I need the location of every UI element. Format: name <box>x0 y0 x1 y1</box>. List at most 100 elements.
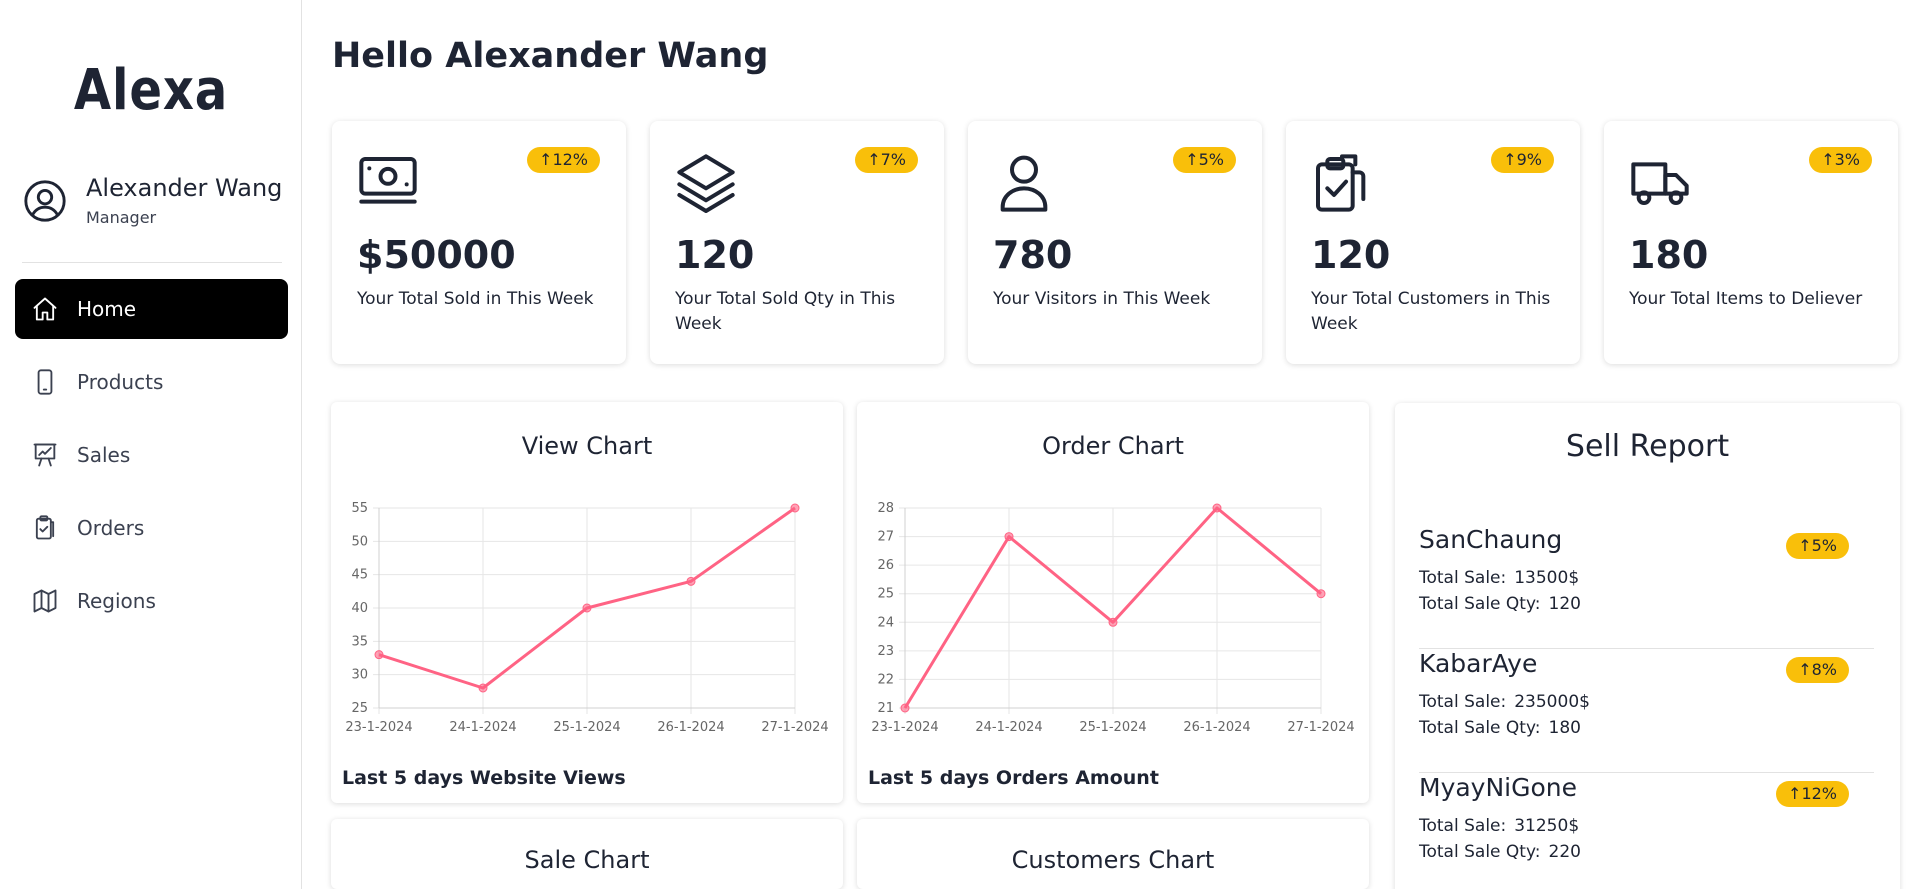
x-tick-label: 26-1-2024 <box>1183 720 1250 735</box>
y-tick-label: 28 <box>877 501 894 516</box>
stat-label: Your Total Customers in This Week <box>1311 289 1551 334</box>
sidebar-item-label: Regions <box>77 589 156 613</box>
total-qty-label: Total Sale Qty: <box>1419 594 1541 614</box>
total-qty-label: Total Sale Qty: <box>1419 718 1541 738</box>
view-chart: 25 30 35 40 45 50 55 23-1-2024 24-1-2024 25-1-202… <box>345 501 828 735</box>
total-qty-line: Total Sale Qty: 120 <box>1419 594 1581 614</box>
y-tick-label: 25 <box>351 701 368 716</box>
presentation-chart-icon <box>29 439 61 471</box>
total-qty-line: Total Sale Qty: 220 <box>1419 842 1581 862</box>
stat-card-total-sold: ↑12% $50000 Your Total Sold in This Week <box>332 121 626 364</box>
y-tick-label: 35 <box>351 634 368 649</box>
profile-name: Alexander Wang <box>86 174 283 202</box>
report-title: Sell Report <box>1565 429 1730 464</box>
stat-value: 120 <box>1311 233 1391 277</box>
y-tick-label: 24 <box>877 615 894 630</box>
total-qty-label: Total Sale Qty: <box>1419 842 1541 862</box>
y-tick-label: 21 <box>877 701 894 716</box>
sidebar-item-label: Products <box>77 370 164 394</box>
chart-title: Sale Chart <box>524 846 650 874</box>
sidebar-item-home[interactable]: Home <box>15 279 288 339</box>
trend-badge: ↑7% <box>855 147 918 173</box>
sidebar-item-sales[interactable]: Sales <box>15 425 288 485</box>
total-sale-line: Total Sale: 13500$ <box>1419 568 1579 588</box>
page-title: Hello Alexander Wang <box>332 36 769 76</box>
trend-badge: ↑5% <box>1173 147 1236 173</box>
sidebar-item-label: Home <box>77 297 137 321</box>
stat-card-customers: ↑9% 120 Your Total Customers in This Wee… <box>1286 121 1580 364</box>
report-item: SanChaung ↑5% Total Sale: 13500$ Total Sa… <box>1419 525 1874 649</box>
stat-label: Your Visitors in This Week <box>993 289 1211 309</box>
sidebar-item-label: Sales <box>77 443 131 467</box>
sidebar-item-orders[interactable]: Orders <box>15 498 288 558</box>
chart-caption: Last 5 days Orders Amount <box>868 767 1159 789</box>
data-point <box>1108 617 1118 627</box>
layers-icon <box>677 154 735 213</box>
x-tick-label: 24-1-2024 <box>975 720 1042 735</box>
home-icon <box>29 293 61 325</box>
x-tick-label: 24-1-2024 <box>449 720 516 735</box>
data-point <box>1212 503 1222 513</box>
x-tick-label: 27-1-2024 <box>761 720 828 735</box>
sell-report: Sell Report SanChaung ↑5% Total Sale: 135… <box>1395 403 1900 889</box>
region-name: SanChaung <box>1419 525 1563 554</box>
total-sale-value: 31250$ <box>1514 816 1580 836</box>
truck-icon <box>1631 162 1689 205</box>
stat-card-visitors: ↑5% 780 Your Visitors in This Week <box>968 121 1262 364</box>
order-chart: 21 22 23 24 25 26 27 28 23-1-2024 24-1-2024 25-1-2… <box>871 501 1354 735</box>
data-point <box>686 576 696 586</box>
y-tick-label: 55 <box>351 501 368 516</box>
smartphone-icon <box>29 366 61 398</box>
profile-role: Manager <box>86 208 157 227</box>
user-circle-icon <box>24 180 66 222</box>
sidebar-divider <box>22 262 282 263</box>
sidebar-item-regions[interactable]: Regions <box>15 571 288 631</box>
x-tick-label: 23-1-2024 <box>345 720 412 735</box>
y-tick-label: 23 <box>877 644 894 659</box>
data-point <box>1316 589 1326 599</box>
trend-badge: ↑3% <box>1809 147 1872 173</box>
total-qty-value: 220 <box>1548 842 1581 862</box>
y-tick-label: 50 <box>351 534 368 549</box>
trend-badge: ↑12% <box>1776 781 1849 807</box>
sidebar: Alexa Alexander Wang Manager Home Produc… <box>0 0 302 889</box>
sale-chart-card: Sale Chart <box>331 819 843 889</box>
total-sale-line: Total Sale: 235000$ <box>1419 692 1590 712</box>
total-sale-value: 235000$ <box>1514 692 1590 712</box>
y-tick-label: 25 <box>877 587 894 602</box>
user-profile[interactable]: Alexander Wang Manager <box>22 172 282 232</box>
y-tick-label: 40 <box>351 601 368 616</box>
y-tick-label: 45 <box>351 568 368 583</box>
region-name: MyayNiGone <box>1419 773 1578 802</box>
sidebar-item-label: Orders <box>77 516 145 540</box>
stat-label: Your Total Sold in This Week <box>357 289 594 309</box>
data-point <box>582 603 592 613</box>
y-tick-label: 26 <box>877 558 894 573</box>
data-point <box>374 650 384 660</box>
brand-logo: Alexa <box>73 58 229 123</box>
data-point <box>478 683 488 693</box>
total-qty-value: 180 <box>1548 718 1581 738</box>
user-icon <box>1000 155 1048 212</box>
order-chart-card: Order Chart 21 22 23 24 25 26 27 28 23-1-2024 24-… <box>857 402 1369 803</box>
trend-badge: ↑5% <box>1786 533 1849 559</box>
total-qty-value: 120 <box>1548 594 1581 614</box>
clipboard-check-icon <box>29 512 61 544</box>
chart-title: Customers Chart <box>1011 846 1215 874</box>
stat-value: 780 <box>993 233 1073 277</box>
chart-title: Order Chart <box>1042 432 1184 460</box>
stat-value: 180 <box>1629 233 1709 277</box>
stat-card-sold-qty: ↑7% 120 Your Total Sold Qty in This Week <box>650 121 944 364</box>
sidebar-nav: Home Products Sales Orders Regions <box>15 279 288 644</box>
sidebar-item-products[interactable]: Products <box>15 352 288 412</box>
region-name: KabarAye <box>1419 649 1538 678</box>
stat-label: Your Total Items to Deliever <box>1629 289 1863 309</box>
clipboard-check-icon <box>1316 154 1366 212</box>
x-tick-label: 25-1-2024 <box>1079 720 1146 735</box>
chart-title: View Chart <box>521 432 653 460</box>
total-sale-label: Total Sale: <box>1419 568 1507 588</box>
trend-badge: ↑12% <box>527 147 600 173</box>
stat-value: 120 <box>675 233 755 277</box>
trend-badge: ↑8% <box>1786 657 1849 683</box>
total-sale-label: Total Sale: <box>1419 692 1507 712</box>
